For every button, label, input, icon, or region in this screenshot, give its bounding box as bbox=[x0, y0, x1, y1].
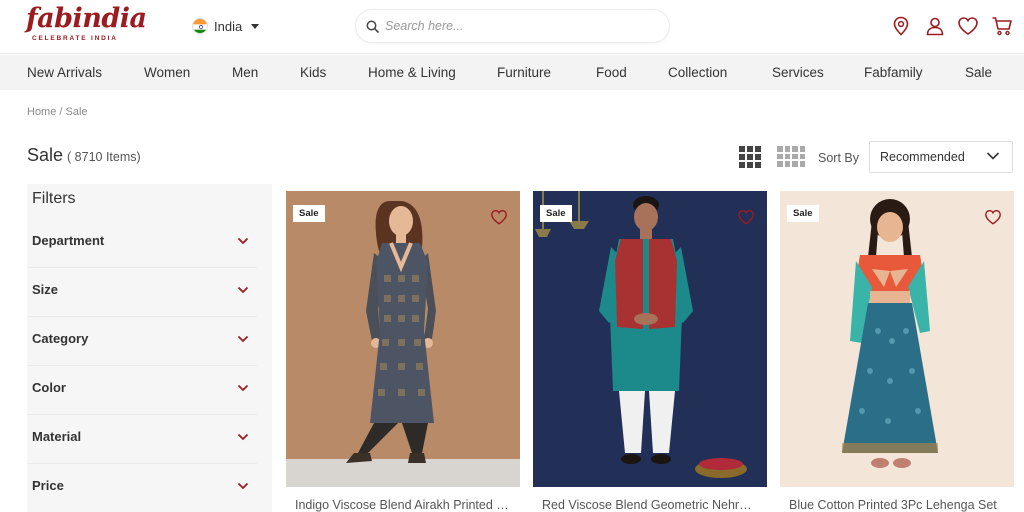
filter-label: Material bbox=[32, 429, 82, 444]
item-count: ( 8710 Items) bbox=[67, 150, 141, 164]
cart-icon[interactable] bbox=[991, 15, 1013, 37]
product-name[interactable]: Indigo Viscose Blend Airakh Printed Kurt… bbox=[295, 498, 511, 512]
filters-title: Filters bbox=[32, 190, 76, 207]
wishlist-heart-icon[interactable] bbox=[490, 208, 508, 226]
nav-item-services[interactable]: Services bbox=[772, 65, 824, 80]
nav-item-women[interactable]: Women bbox=[144, 65, 190, 80]
wishlist-heart-icon[interactable] bbox=[984, 208, 1002, 226]
product-name[interactable]: Red Viscose Blend Geometric Nehru Jacket bbox=[542, 498, 758, 512]
sale-badge: Sale bbox=[540, 205, 572, 222]
filter-label: Size bbox=[32, 282, 59, 297]
product-card[interactable]: Sale Red Viscose Blend Geometric Nehru J… bbox=[533, 191, 767, 512]
sort-dropdown[interactable]: Recommended bbox=[869, 141, 1013, 173]
nav-item-new-arrivals[interactable]: New Arrivals bbox=[27, 65, 102, 80]
filter-color[interactable]: Color bbox=[27, 366, 257, 415]
main-navigation: New Arrivals Women Men Kids Home & Livin… bbox=[0, 55, 1024, 90]
page-title: Sale ( 8710 Items) bbox=[27, 145, 141, 166]
user-icon[interactable] bbox=[924, 15, 946, 37]
breadcrumb[interactable]: Home / Sale bbox=[27, 106, 88, 118]
nav-item-furniture[interactable]: Furniture bbox=[497, 65, 551, 80]
chevron-down-icon bbox=[237, 237, 249, 245]
filter-price[interactable]: Price bbox=[27, 464, 257, 512]
nav-item-food[interactable]: Food bbox=[596, 65, 627, 80]
nav-item-kids[interactable]: Kids bbox=[300, 65, 326, 80]
product-card[interactable]: Sale Blue Cotton Printed 3Pc Lehenga Set bbox=[780, 191, 1014, 512]
caret-down-icon bbox=[251, 23, 260, 29]
sort-label: Sort By bbox=[818, 151, 859, 165]
filter-label: Category bbox=[32, 331, 89, 346]
logo-wordmark: fabindia bbox=[26, 3, 147, 34]
site-header: fabindia CELEBRATE INDIA India bbox=[0, 0, 1024, 54]
filter-label: Price bbox=[32, 478, 64, 493]
search-bar[interactable] bbox=[356, 10, 669, 42]
country-label: India bbox=[214, 18, 243, 34]
chevron-down-icon bbox=[237, 482, 249, 490]
sale-badge: Sale bbox=[787, 205, 819, 222]
nav-item-men[interactable]: Men bbox=[232, 65, 258, 80]
filter-size[interactable]: Size bbox=[27, 268, 257, 317]
search-input[interactable] bbox=[385, 19, 645, 33]
sale-badge: Sale bbox=[293, 205, 325, 222]
product-image[interactable] bbox=[286, 191, 520, 487]
fabindia-logo[interactable]: fabindia CELEBRATE INDIA bbox=[26, 3, 147, 48]
country-selector[interactable]: India bbox=[192, 16, 260, 36]
india-flag-icon bbox=[192, 18, 208, 34]
location-pin-icon[interactable] bbox=[890, 15, 912, 37]
chevron-down-icon bbox=[237, 286, 249, 294]
filters-panel: Filters Department Size Category Color M… bbox=[27, 184, 272, 512]
sort-value: Recommended bbox=[880, 150, 965, 164]
listing-title: Sale bbox=[27, 145, 64, 165]
chevron-down-icon bbox=[237, 335, 249, 343]
nav-item-sale[interactable]: Sale bbox=[965, 65, 992, 80]
grid-4-view-icon[interactable] bbox=[777, 146, 805, 168]
nav-item-fabfamily[interactable]: Fabfamily bbox=[864, 65, 923, 80]
wishlist-heart-icon[interactable] bbox=[957, 15, 979, 37]
grid-3-view-icon[interactable] bbox=[739, 146, 763, 168]
product-card[interactable]: Sale Indigo Viscose Blend Airakh Printed… bbox=[286, 191, 520, 512]
chevron-down-icon bbox=[237, 433, 249, 441]
search-icon bbox=[366, 20, 379, 33]
filter-label: Department bbox=[32, 233, 105, 248]
filter-category[interactable]: Category bbox=[27, 317, 257, 366]
logo-tagline: CELEBRATE INDIA bbox=[32, 35, 118, 42]
product-image[interactable] bbox=[780, 191, 1014, 487]
wishlist-heart-icon[interactable] bbox=[737, 208, 755, 226]
nav-item-collection[interactable]: Collection bbox=[668, 65, 727, 80]
filter-material[interactable]: Material bbox=[27, 415, 257, 464]
product-name[interactable]: Blue Cotton Printed 3Pc Lehenga Set bbox=[789, 498, 1005, 512]
chevron-down-icon bbox=[237, 384, 249, 392]
nav-item-home-living[interactable]: Home & Living bbox=[368, 65, 456, 80]
chevron-down-icon bbox=[986, 152, 1000, 160]
filter-department[interactable]: Department bbox=[27, 219, 257, 268]
filter-label: Color bbox=[32, 380, 66, 395]
product-image[interactable] bbox=[533, 191, 767, 487]
